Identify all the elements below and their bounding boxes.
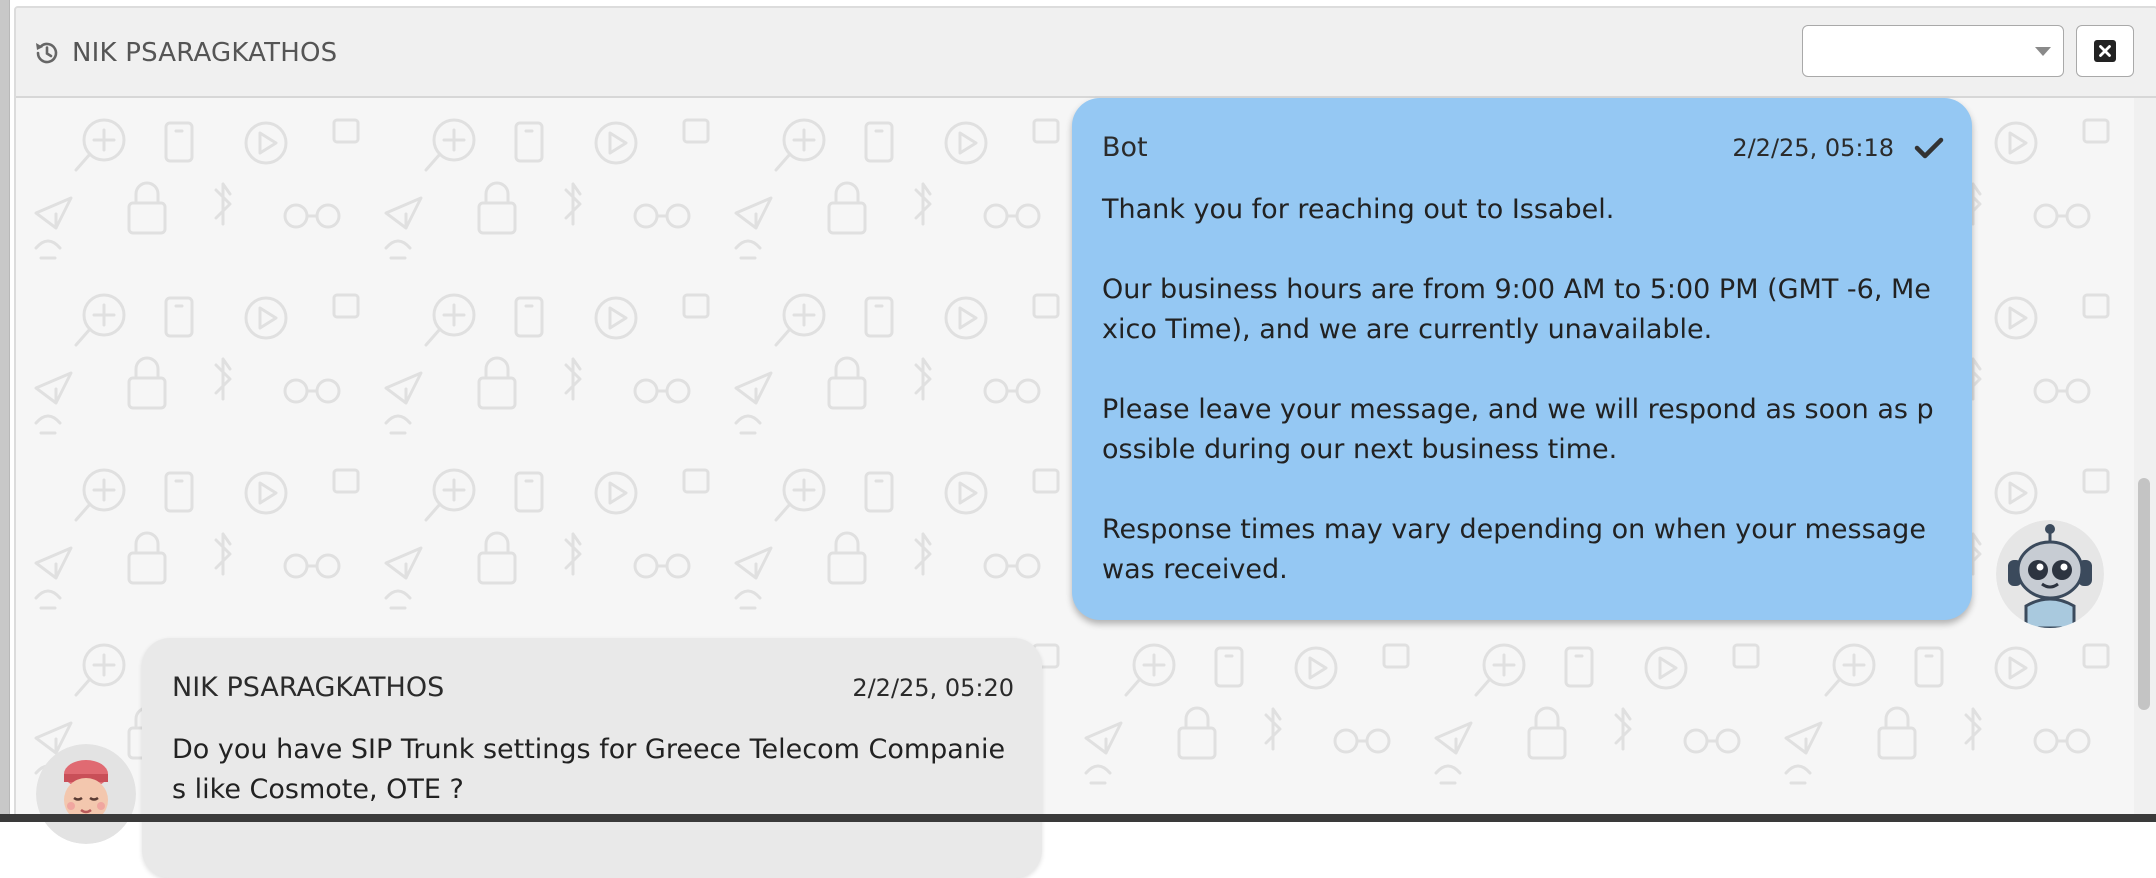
robot-avatar-icon <box>1996 520 2104 628</box>
history-icon <box>36 42 58 64</box>
window-bottom-edge <box>0 814 2156 822</box>
message-bubble-user: NIK PSARAGKATHOS 2/2/25, 05:20 Do you ha… <box>142 638 1042 878</box>
message-text: Do you have SIP Trunk settings for Greec… <box>172 734 1006 805</box>
scrollbar-thumb[interactable] <box>2138 478 2150 710</box>
chevron-down-icon <box>2035 47 2051 56</box>
check-icon <box>1914 137 1944 159</box>
user-avatar-icon <box>36 744 136 844</box>
close-button[interactable] <box>2076 25 2134 77</box>
chat-scrollbar[interactable] <box>2134 98 2156 816</box>
contact-name: NIK PSARAGKATHOS <box>72 38 338 68</box>
message-timestamp: 2/2/25, 05:20 <box>852 674 1014 702</box>
close-square-icon <box>2094 40 2116 62</box>
message-sender: Bot <box>1102 132 1148 163</box>
chat-filter-select[interactable] <box>1802 25 2064 77</box>
message-bubble-bot: Bot 2/2/25, 05:18 Thank you for reaching… <box>1072 98 1972 620</box>
chat-header: NIK PSARAGKATHOS <box>16 8 2156 98</box>
message-timestamp: 2/2/25, 05:18 <box>1732 134 1894 162</box>
message-sender: NIK PSARAGKATHOS <box>172 672 445 703</box>
left-window-edge <box>0 0 10 822</box>
message-text: Thank you for reaching out to Issabel. O… <box>1102 194 1934 585</box>
